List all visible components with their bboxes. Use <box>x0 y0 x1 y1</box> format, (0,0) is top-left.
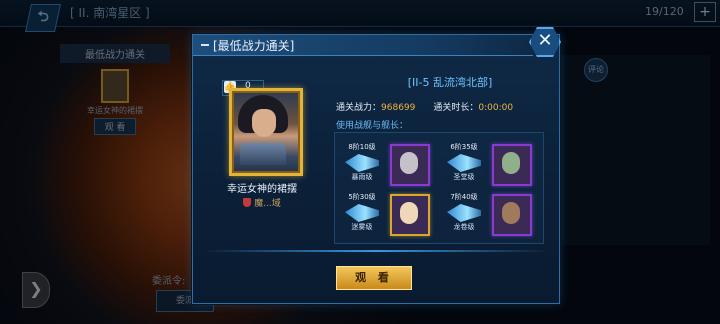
captain-portrait <box>492 144 532 186</box>
close-icon: ✕ <box>537 30 553 51</box>
dialog-title: [最低战力通关] <box>213 39 295 53</box>
ship-slot[interactable]: 8阶10级 暴雨级 <box>338 140 440 190</box>
captain-portrait <box>390 194 430 236</box>
ship-icon <box>447 204 481 222</box>
captain-portrait <box>390 144 430 186</box>
ship-icon <box>345 204 379 222</box>
time-label: 通关时长： <box>433 103 479 113</box>
captain-face <box>502 202 520 224</box>
ship-level: 7阶40级 <box>450 193 478 201</box>
ship-card: 7阶40级 龙卷级 <box>444 192 484 236</box>
avatar-armor <box>240 143 286 165</box>
ship-class: 龙卷级 <box>453 223 475 231</box>
used-ships-label: 使用战舰与舰长： <box>336 121 409 131</box>
ship-level: 6阶35级 <box>450 143 478 151</box>
clear-stats: 通关战力：968699 通关时长：0:00:00 <box>336 100 513 113</box>
player-name: 幸运女神的裙摆 <box>227 184 297 195</box>
ship-slot[interactable]: 5阶30级 迷雾级 <box>338 190 440 240</box>
shield-icon <box>243 198 252 207</box>
ship-class: 迷雾级 <box>351 223 373 231</box>
player-avatar <box>229 88 303 176</box>
time-value: 0:00:00 <box>478 103 514 113</box>
divider-line <box>202 250 550 252</box>
captain-face <box>400 152 418 174</box>
ship-card: 6阶35级 圣堂级 <box>444 142 484 186</box>
ship-card: 8阶10级 暴雨级 <box>342 142 382 186</box>
captain-face <box>502 152 520 174</box>
captain-face <box>400 202 418 224</box>
ship-card: 5阶30级 迷雾级 <box>342 192 382 236</box>
captain-portrait <box>492 194 532 236</box>
ship-class: 圣堂级 <box>453 173 475 181</box>
watch-button[interactable]: 观 看 <box>336 266 412 290</box>
ship-slot[interactable]: 6阶35级 圣堂级 <box>440 140 542 190</box>
ship-icon <box>345 154 379 172</box>
stage-name: [II-5 乱流湾北部] <box>407 76 493 89</box>
ship-slot[interactable]: 7阶40级 龙卷级 <box>440 190 542 240</box>
power-label: 通关战力： <box>336 103 382 113</box>
collapse-icon <box>201 44 209 46</box>
power-value: 968699 <box>381 103 416 113</box>
dialog-header: [最低战力通关] <box>193 35 533 56</box>
ship-class: 暴雨级 <box>351 173 373 181</box>
server-name: 魔...域 <box>254 199 281 209</box>
ship-icon <box>447 154 481 172</box>
avatar-face <box>252 109 276 137</box>
ship-level: 5阶30级 <box>348 193 376 201</box>
player-server: 魔...域 <box>212 196 312 209</box>
ship-level: 8阶10级 <box>348 143 376 151</box>
